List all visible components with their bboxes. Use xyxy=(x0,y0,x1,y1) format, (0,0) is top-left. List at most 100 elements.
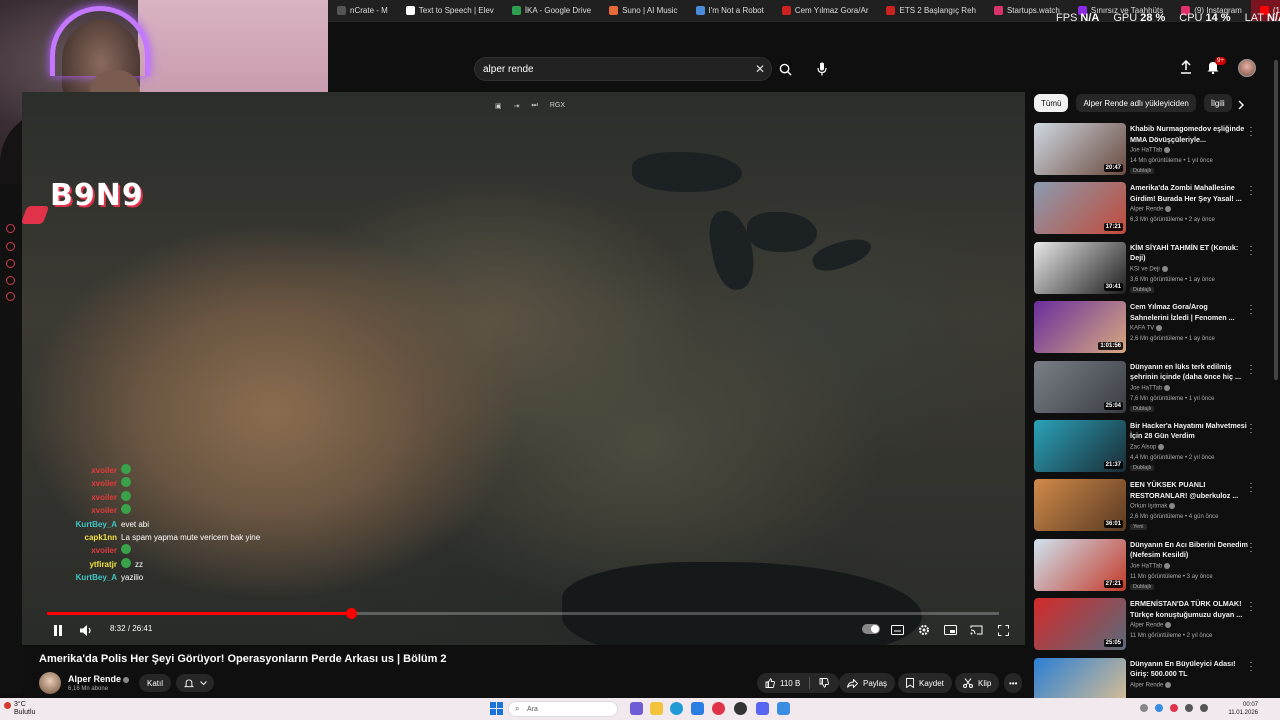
video-thumbnail[interactable]: 25:04 xyxy=(1034,360,1126,413)
skip-icon[interactable]: ⏭ xyxy=(532,102,538,110)
clip-button[interactable]: Klip xyxy=(955,673,1000,693)
channel-name[interactable]: Joe HaTTab xyxy=(1130,562,1171,569)
bookmark-item[interactable]: nCrate - M xyxy=(328,0,397,21)
opera-icon[interactable] xyxy=(712,702,725,715)
recommended-video[interactable]: 25:04 Dünyanın en lüks terk edilmiş şehri… xyxy=(1034,360,1268,419)
video-thumbnail[interactable]: 25:05 xyxy=(1034,598,1126,651)
video-thumbnail[interactable]: 17:21 xyxy=(1034,182,1126,235)
video-thumbnail[interactable]: 21:37 xyxy=(1034,419,1126,472)
video-thumbnail[interactable]: 20:47 xyxy=(1034,123,1126,175)
more-vertical-icon[interactable]: · · · xyxy=(1248,360,1254,377)
share-button[interactable]: Paylaş xyxy=(839,673,896,693)
video-player[interactable]: ▣ ⇥ ⏭ RGX B9N9 xvoiler xvoiler xvoiler xvoi… xyxy=(22,92,1025,645)
channel-name[interactable]: KSI ve Deji xyxy=(1130,265,1168,272)
more-actions-button[interactable]: ••• xyxy=(1004,673,1023,693)
video-title[interactable]: EEN YÜKSEK PUANLI RESTORANLAR! @uberkulo… xyxy=(1130,480,1248,501)
filter-chip[interactable]: Alper Rende adlı yükleyiciden xyxy=(1076,94,1196,112)
video-title[interactable]: Dünyanın En Büyüleyici Adası! Giriş: 500… xyxy=(1130,659,1248,680)
more-vertical-icon[interactable]: · · · xyxy=(1248,479,1254,496)
recommended-video[interactable]: 36:01 EEN YÜKSEK PUANLI RESTORANLAR! @ube… xyxy=(1034,478,1268,537)
bookmark-item[interactable]: Suno | AI Music xyxy=(600,0,686,21)
search-input[interactable] xyxy=(483,63,743,75)
channel-name[interactable]: Joe HaTTab xyxy=(1130,147,1171,154)
video-title[interactable]: Amerika'da Zombi Mahallesine Girdim! Bur… xyxy=(1130,183,1248,204)
dock-play-icon[interactable] xyxy=(6,242,15,251)
bookmark-item[interactable]: Cem Yılmaz Gora/Ar xyxy=(773,0,878,21)
notification-preference-button[interactable] xyxy=(176,674,214,692)
video-title[interactable]: Khabib Nurmagomedov eşliğinde MMA Dövüşç… xyxy=(1130,124,1248,145)
miniplayer-button[interactable] xyxy=(942,622,958,638)
account-avatar[interactable] xyxy=(1238,59,1256,77)
tray-volume-icon[interactable] xyxy=(1200,704,1208,712)
tray-chevron-icon[interactable] xyxy=(1140,704,1148,712)
channel-name[interactable]: Alper Rende xyxy=(1130,681,1172,688)
recommended-video[interactable]: 20:47 Khabib Nurmagomedov eşliğinde MMA D… xyxy=(1034,122,1268,181)
bookmark-item[interactable]: I'm Not a Robot xyxy=(687,0,773,21)
clear-search-icon[interactable]: ✕ xyxy=(755,62,765,76)
more-vertical-icon[interactable]: · · · xyxy=(1248,241,1254,258)
channel-name[interactable]: KAFA TV xyxy=(1130,325,1163,332)
progress-bar[interactable] xyxy=(47,608,999,619)
start-button[interactable] xyxy=(490,702,503,715)
channel-name[interactable]: Alper Rende xyxy=(1130,622,1172,629)
recommended-video[interactable]: 17:21 Amerika'da Zombi Mahallesine Girdim… xyxy=(1034,181,1268,240)
app-icon[interactable] xyxy=(777,702,790,715)
video-title[interactable]: Dünyanın En Acı Biberini Denedim (Nefesi… xyxy=(1130,540,1248,561)
search-button[interactable] xyxy=(773,57,797,81)
discord-icon[interactable] xyxy=(756,702,769,715)
more-vertical-icon[interactable]: · · · xyxy=(1248,123,1254,140)
more-vertical-icon[interactable]: · · · xyxy=(1248,182,1254,199)
cast-button[interactable] xyxy=(968,622,984,638)
join-button[interactable]: Katıl xyxy=(139,674,171,692)
weather-widget[interactable]: 3°C Bulutlu xyxy=(14,701,35,717)
pause-button[interactable] xyxy=(50,622,66,638)
video-title[interactable]: Cem Yılmaz Gora/Arog Sahnelerini İzledi … xyxy=(1130,302,1248,323)
copilot-icon[interactable] xyxy=(630,702,643,715)
save-button[interactable]: Kaydet xyxy=(898,673,952,693)
channel-avatar[interactable] xyxy=(39,672,61,694)
exit-icon[interactable]: ⇥ xyxy=(514,102,520,110)
filter-chip[interactable]: Tümü xyxy=(1034,94,1069,112)
tray-app-icon[interactable] xyxy=(1155,704,1163,712)
store-icon[interactable] xyxy=(691,702,704,715)
recommended-video[interactable]: 25:05 ERMENİSTAN'DA TÜRK OLMAK! Türkçe ko… xyxy=(1034,597,1268,656)
dock-settings-icon[interactable] xyxy=(6,292,15,301)
more-vertical-icon[interactable]: · · · xyxy=(1248,419,1254,436)
settings-button[interactable] xyxy=(916,622,932,638)
recommended-video[interactable]: 21:37 Bir Hacker'a Hayatımı Mahvetmesi İç… xyxy=(1034,419,1268,478)
video-thumbnail[interactable]: 36:01 xyxy=(1034,479,1126,532)
recommended-video[interactable]: 1:01:56 Cem Yılmaz Gora/Arog Sahnelerini … xyxy=(1034,300,1268,359)
more-vertical-icon[interactable]: · · · xyxy=(1248,598,1254,615)
create-button[interactable] xyxy=(1179,59,1197,78)
search-box[interactable]: ✕ xyxy=(474,57,772,81)
taskbar-search[interactable]: ⌕ Ara xyxy=(508,701,618,717)
video-title[interactable]: ERMENİSTAN'DA TÜRK OLMAK! Türkçe konuştu… xyxy=(1130,599,1248,620)
autoplay-toggle[interactable] xyxy=(862,624,880,634)
more-vertical-icon[interactable]: · · · xyxy=(1248,301,1254,318)
chips-next-button[interactable] xyxy=(1237,97,1249,110)
miniplayer-icon[interactable]: ▣ xyxy=(495,102,502,110)
tray-wifi-icon[interactable] xyxy=(1185,704,1193,712)
channel-name[interactable]: Joe HaTTab xyxy=(1130,384,1171,391)
recommended-video[interactable]: 27:21 Dünyanın En Acı Biberini Denedim (N… xyxy=(1034,538,1268,597)
bookmark-item[interactable]: İKA - Google Drive xyxy=(503,0,600,21)
channel-name[interactable]: Orkun Işıtmak xyxy=(1130,503,1176,510)
bookmark-item[interactable]: Text to Speech | Elev xyxy=(397,0,503,21)
channel-name[interactable]: Zac Alsop xyxy=(1130,443,1165,451)
file-explorer-icon[interactable] xyxy=(650,702,663,715)
more-vertical-icon[interactable]: · · · xyxy=(1248,538,1254,555)
video-title[interactable]: KİM SİYAHİ TAHMİN ET (Konuk: Deji) xyxy=(1130,243,1248,264)
subtitles-button[interactable] xyxy=(889,622,905,638)
like-count[interactable]: 110 B xyxy=(780,679,800,688)
channel-name[interactable]: Alper Rende xyxy=(68,674,130,684)
page-scrollbar[interactable] xyxy=(1274,60,1278,380)
dock-circle-icon[interactable] xyxy=(6,224,15,233)
channel-name[interactable]: Alper Rende xyxy=(1130,206,1172,213)
video-title[interactable]: Dünyanın en lüks terk edilmiş şehrinin i… xyxy=(1130,362,1248,383)
video-thumbnail[interactable]: 27:21 xyxy=(1034,538,1126,591)
obs-icon[interactable] xyxy=(734,702,747,715)
video-title[interactable]: Bir Hacker'a Hayatımı Mahvetmesi İçin 28… xyxy=(1130,421,1248,442)
video-thumbnail[interactable]: 30:41 xyxy=(1034,241,1126,294)
voice-search-button[interactable] xyxy=(810,57,834,81)
video-thumbnail[interactable]: 1:01:56 xyxy=(1034,301,1126,354)
